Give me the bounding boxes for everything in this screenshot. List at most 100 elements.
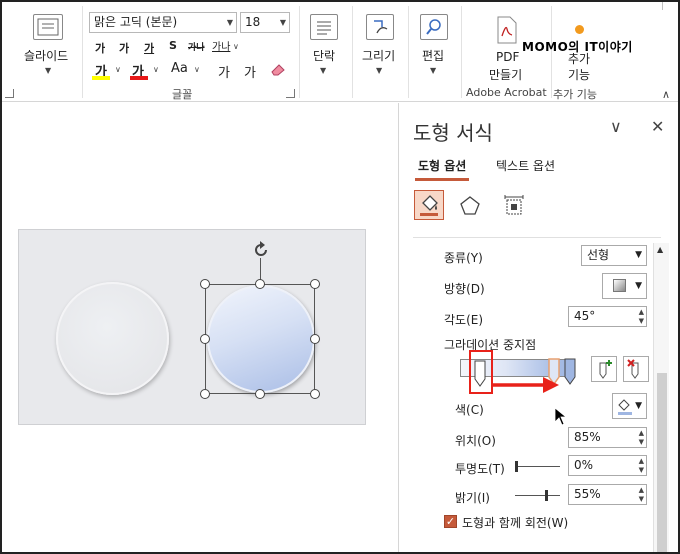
type-dropdown[interactable]: 선형 ▼: [581, 245, 647, 266]
chevron-down-icon[interactable]: ∨: [233, 42, 239, 51]
edit-button[interactable]: [420, 14, 448, 40]
slide-layout-label: 슬라이드: [24, 49, 69, 63]
addin-group-label: 추가 기능: [553, 88, 597, 101]
brightness-slider-thumb[interactable]: [545, 490, 548, 501]
add-gradient-stop-icon: [599, 360, 612, 379]
chevron-down-icon: ▼: [279, 18, 286, 27]
underline-button[interactable]: 가: [144, 40, 154, 56]
rotate-icon[interactable]: [251, 240, 271, 260]
collapse-ribbon-icon[interactable]: ∧: [662, 88, 670, 101]
resize-handle-sw[interactable]: [200, 389, 210, 399]
scroll-up-icon[interactable]: ▲: [657, 245, 663, 254]
dialog-launcher-icon[interactable]: [286, 89, 295, 98]
font-group-label: 글꼴: [172, 88, 193, 101]
font-name-combo[interactable]: 맑은 고딕 (본문) ▼: [89, 12, 237, 33]
divider: [461, 6, 462, 98]
chevron-down-icon[interactable]: ▼: [320, 66, 326, 75]
transparency-spinner[interactable]: 0% ▲ ▼: [568, 455, 647, 476]
watermark-dot: [575, 25, 584, 34]
pane-scrollbar[interactable]: ▲: [653, 243, 669, 552]
annotation-highlight-box: [469, 350, 493, 394]
resize-handle-nw[interactable]: [200, 279, 210, 289]
divider: [413, 237, 661, 238]
watermark-text: MOMO의 IT이야기: [522, 40, 633, 54]
chevron-down-icon[interactable]: ▼: [45, 66, 51, 75]
draw-button[interactable]: [366, 14, 394, 40]
decrease-size-button[interactable]: 가: [244, 62, 256, 81]
chevron-down-icon[interactable]: ▼: [430, 66, 436, 75]
close-icon[interactable]: ✕: [651, 117, 664, 136]
tab-text-options[interactable]: 텍스트 옵션: [496, 157, 555, 174]
slide-layout-icon: [37, 18, 59, 36]
text-effects-button[interactable]: Aa: [171, 61, 188, 76]
ribbon-top-edge: [662, 2, 663, 10]
brightness-spinner[interactable]: 55% ▲ ▼: [568, 484, 647, 505]
resize-handle-se[interactable]: [310, 389, 320, 399]
transparency-slider-thumb[interactable]: [515, 461, 518, 472]
rotate-with-shape-checkbox[interactable]: ✓: [444, 515, 457, 528]
divider: [82, 6, 83, 98]
char-spacing-button[interactable]: 가나: [188, 40, 205, 53]
edit-label: 편집: [422, 49, 445, 63]
type-label: 종류(Y): [444, 251, 483, 265]
position-spinner[interactable]: 85% ▲ ▼: [568, 427, 647, 448]
eraser-icon[interactable]: [270, 62, 286, 76]
draw-label: 그리기: [362, 49, 396, 63]
strikethrough-button[interactable]: S: [169, 39, 177, 52]
spinner-arrows-icon[interactable]: ▲ ▼: [639, 429, 644, 447]
paint-bucket-icon: [420, 195, 438, 216]
scrollbar-thumb[interactable]: [657, 373, 667, 552]
transparency-value: 0%: [574, 458, 594, 472]
resize-handle-e[interactable]: [310, 334, 320, 344]
effects-tab[interactable]: [458, 194, 482, 218]
chevron-down-icon[interactable]: ∨: [153, 65, 159, 74]
app-window: 슬라이드 ▼ 맑은 고딕 (본문) ▼ 18 ▼ 가 가 가 S 가나 가나 ∨…: [0, 0, 680, 554]
pdf-label-line1: PDF: [496, 50, 520, 64]
size-properties-tab[interactable]: [502, 194, 526, 218]
direction-dropdown[interactable]: ▼: [602, 273, 647, 299]
add-stop-button[interactable]: [591, 356, 617, 382]
unselected-circle-shape[interactable]: [56, 282, 169, 395]
color-picker-button[interactable]: ▼: [612, 393, 647, 419]
brightness-slider-track[interactable]: [515, 495, 560, 496]
fill-line-tab[interactable]: [414, 190, 444, 220]
resize-handle-n[interactable]: [255, 279, 265, 289]
font-size-combo[interactable]: 18 ▼: [240, 12, 290, 33]
tab-shape-options[interactable]: 도형 옵션: [418, 157, 466, 174]
pdf-icon[interactable]: [496, 16, 518, 44]
spinner-arrows-icon[interactable]: ▲ ▼: [639, 457, 644, 475]
grow-font-button[interactable]: 가: [95, 40, 105, 56]
angle-spinner[interactable]: 45° ▲ ▼: [568, 306, 647, 327]
chevron-down-icon[interactable]: ∨: [194, 65, 200, 74]
paragraph-button[interactable]: [310, 14, 338, 40]
change-case-button[interactable]: 가나: [212, 38, 230, 53]
divider: [352, 6, 353, 98]
resize-handle-w[interactable]: [200, 334, 210, 344]
shrink-font-button[interactable]: 가: [119, 40, 129, 56]
chevron-down-icon[interactable]: ∨: [115, 65, 121, 74]
brightness-value: 55%: [574, 487, 601, 501]
highlight-color-bar: [92, 76, 110, 80]
chevron-down-icon[interactable]: ▼: [376, 66, 382, 75]
font-color-bar: [130, 76, 148, 80]
remove-stop-button[interactable]: [623, 356, 649, 382]
addin-label-line2: 기능: [568, 68, 591, 82]
increase-size-button[interactable]: 가: [218, 62, 230, 81]
resize-handle-ne[interactable]: [310, 279, 320, 289]
divider: [408, 6, 409, 98]
angle-value: 45°: [574, 309, 596, 323]
gradient-stop-handle[interactable]: [563, 357, 577, 387]
spinner-arrows-icon[interactable]: ▲ ▼: [639, 486, 644, 504]
slide-layout-button[interactable]: [33, 14, 63, 40]
chevron-down-icon: ▼: [635, 281, 642, 291]
divider: [299, 6, 300, 98]
resize-handle-s[interactable]: [255, 389, 265, 399]
position-label: 위치(O): [455, 434, 496, 448]
active-tab-indicator: [415, 178, 469, 181]
paint-bucket-icon: [618, 399, 632, 415]
transparency-slider-track[interactable]: [515, 466, 560, 467]
selection-box: [205, 284, 315, 394]
spinner-arrows-icon[interactable]: ▲ ▼: [639, 308, 644, 326]
chevron-down-icon[interactable]: ∨: [610, 117, 622, 136]
dialog-launcher-icon[interactable]: [5, 89, 14, 98]
